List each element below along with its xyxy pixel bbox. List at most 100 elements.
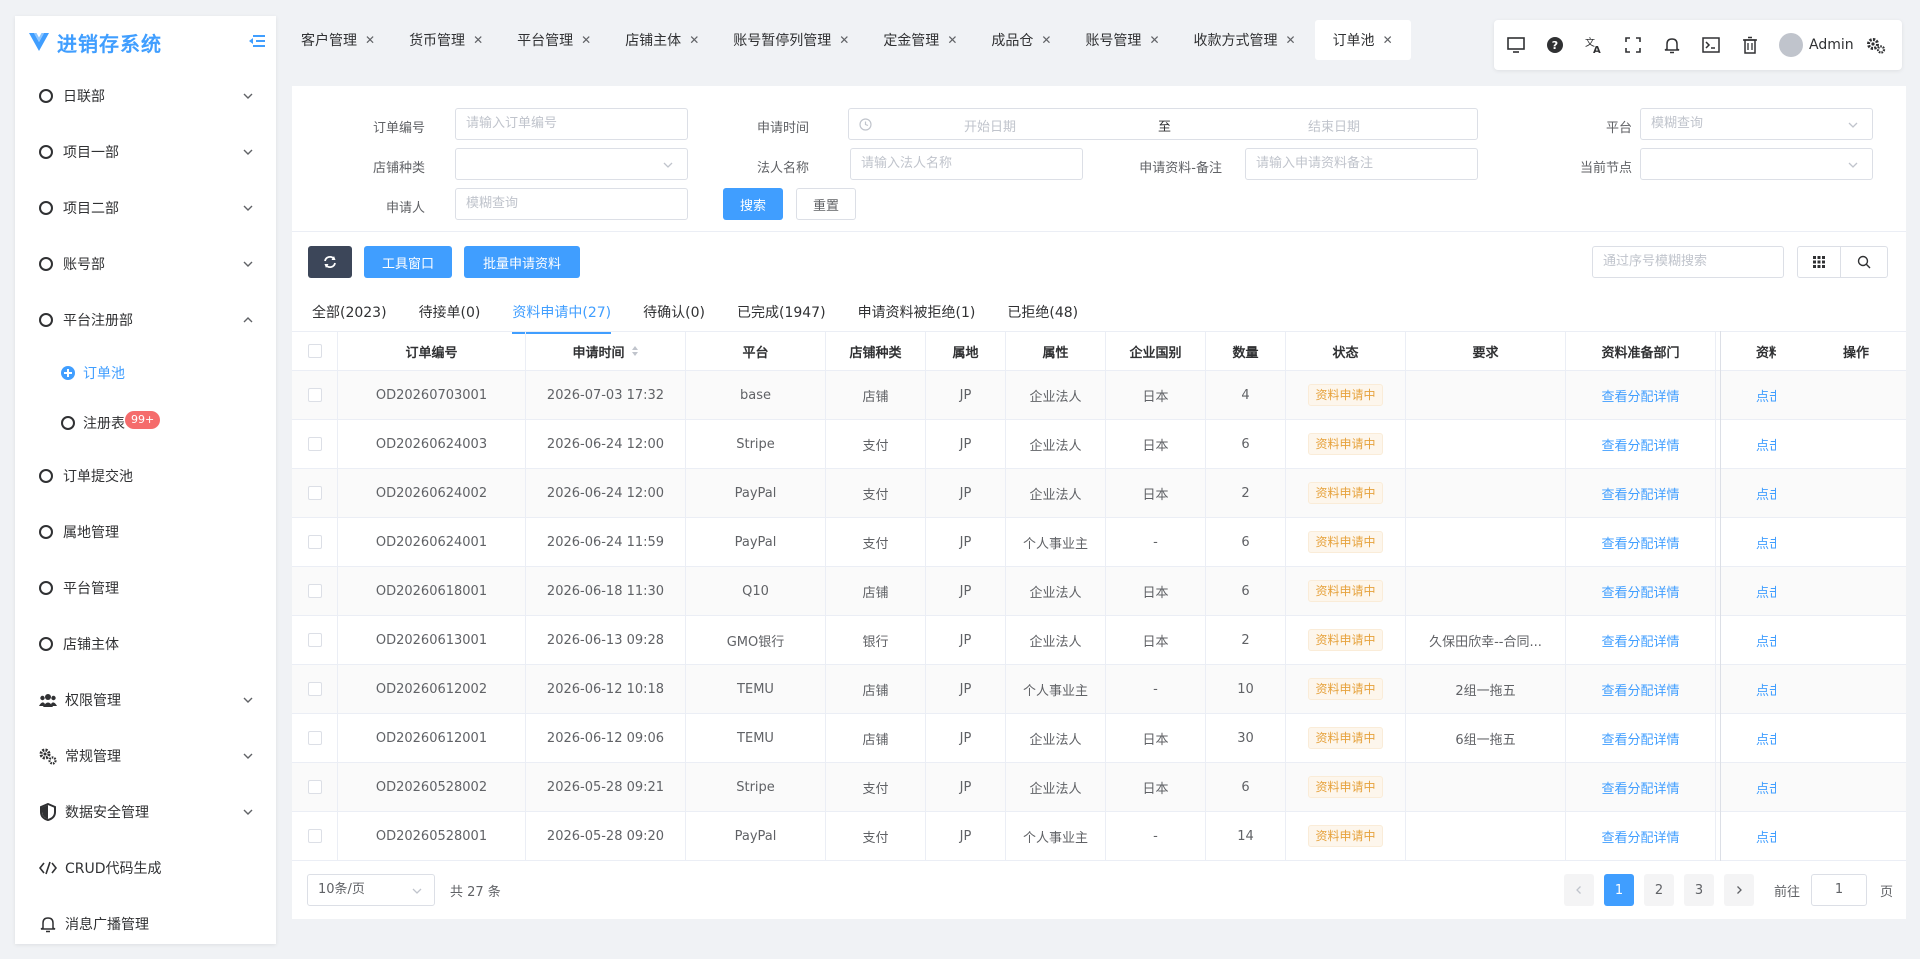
- view-assignment-link[interactable]: 查看分配详情: [1601, 484, 1679, 503]
- legal-name-input[interactable]: 请输入法人名称: [850, 148, 1083, 180]
- platform-select[interactable]: 模糊查询: [1640, 108, 1873, 140]
- end-date-input[interactable]: 结束日期: [1308, 116, 1360, 135]
- sidebar-subitem-register-table[interactable]: 注册表 99+: [15, 398, 276, 448]
- tab-status-applying[interactable]: 资料申请中(27): [512, 302, 611, 334]
- sidebar-item-project1[interactable]: 项目一部: [15, 124, 276, 180]
- close-icon[interactable]: ✕: [581, 33, 591, 47]
- bell-icon[interactable]: [1662, 35, 1682, 55]
- close-icon[interactable]: ✕: [1383, 33, 1393, 47]
- view-assignment-link[interactable]: 查看分配详情: [1601, 680, 1679, 699]
- sidebar-item-account[interactable]: 账号部: [15, 236, 276, 292]
- table-row[interactable]: OD20260528001 2026-05-28 09:20 PayPal 支付 JP 个…: [292, 812, 1906, 861]
- table-row[interactable]: OD20260624002 2026-06-24 12:00 PayPal 支付 JP 企…: [292, 469, 1906, 518]
- tab-platform[interactable]: 平台管理 ✕: [504, 20, 604, 60]
- row-checkbox[interactable]: [307, 633, 322, 647]
- tab-order-pool[interactable]: 订单池 ✕: [1314, 20, 1411, 60]
- table-row[interactable]: OD20260624003 2026-06-24 12:00 Stripe 支付 JP 企…: [292, 420, 1906, 469]
- close-icon[interactable]: ✕: [1286, 33, 1296, 47]
- sidebar-item-shop-entity[interactable]: 店铺主体: [15, 616, 276, 672]
- table-row[interactable]: OD20260624001 2026-06-24 11:59 PayPal 支付 JP 个…: [292, 518, 1906, 567]
- tab-status-all[interactable]: 全部(2023): [312, 302, 387, 334]
- tab-shop-entity[interactable]: 店铺主体 ✕: [612, 20, 712, 60]
- search-button[interactable]: 搜索: [723, 188, 783, 220]
- view-assignment-link[interactable]: 查看分配详情: [1601, 778, 1679, 797]
- page-button-3[interactable]: 3: [1684, 874, 1714, 906]
- start-date-input[interactable]: 开始日期: [964, 116, 1016, 135]
- table-row[interactable]: OD20260613001 2026-06-13 09:28 GMO银行 银行 JP 企业…: [292, 616, 1906, 665]
- tab-currency[interactable]: 货币管理 ✕: [396, 20, 496, 60]
- table-row[interactable]: OD20260612002 2026-06-12 10:18 TEMU 店铺 JP 个人事…: [292, 665, 1906, 714]
- close-icon[interactable]: ✕: [689, 33, 699, 47]
- view-assignment-link[interactable]: 查看分配详情: [1601, 729, 1679, 748]
- tab-status-rejected[interactable]: 已拒绝(48): [1007, 302, 1078, 334]
- column-toggle-button[interactable]: [1797, 246, 1841, 278]
- table-row[interactable]: OD20260528002 2026-05-28 09:21 Stripe 支付 JP 企…: [292, 763, 1906, 812]
- apply-time-range[interactable]: 开始日期 至 结束日期: [848, 108, 1478, 140]
- tab-warehouse[interactable]: 成品仓 ✕: [978, 20, 1064, 60]
- sidebar-item-general[interactable]: 常规管理: [15, 728, 276, 784]
- trash-icon[interactable]: [1740, 35, 1760, 55]
- row-checkbox[interactable]: [307, 731, 322, 745]
- row-checkbox[interactable]: [307, 584, 322, 598]
- page-button-1[interactable]: 1: [1604, 874, 1634, 906]
- sidebar-item-data-security[interactable]: 数据安全管理: [15, 784, 276, 840]
- reset-button[interactable]: 重置: [796, 188, 856, 220]
- tool-window-button[interactable]: 工具窗口: [364, 246, 452, 278]
- fullscreen-icon[interactable]: [1623, 35, 1643, 55]
- settings-icon[interactable]: [1866, 35, 1886, 55]
- serial-search-input[interactable]: 通过序号模糊搜索: [1592, 246, 1784, 278]
- close-icon[interactable]: ✕: [365, 33, 375, 47]
- row-checkbox[interactable]: [307, 829, 322, 843]
- prev-page-button[interactable]: [1564, 874, 1594, 906]
- node-select[interactable]: [1640, 148, 1873, 180]
- col-apply-time[interactable]: 申请时间: [526, 332, 686, 370]
- sidebar-item-project2[interactable]: 项目二部: [15, 180, 276, 236]
- tab-account[interactable]: 账号管理 ✕: [1072, 20, 1172, 60]
- select-all-checkbox[interactable]: [307, 344, 322, 358]
- monitor-icon[interactable]: [1506, 35, 1526, 55]
- close-icon[interactable]: ✕: [1149, 33, 1159, 47]
- view-assignment-link[interactable]: 查看分配详情: [1601, 435, 1679, 454]
- search-toggle-button[interactable]: [1840, 246, 1888, 278]
- tab-deposit[interactable]: 定金管理 ✕: [870, 20, 970, 60]
- next-page-button[interactable]: [1724, 874, 1754, 906]
- row-checkbox[interactable]: [307, 388, 322, 402]
- avatar[interactable]: [1779, 33, 1803, 57]
- tab-status-done[interactable]: 已完成(1947): [737, 302, 826, 334]
- view-assignment-link[interactable]: 查看分配详情: [1601, 533, 1679, 552]
- row-checkbox[interactable]: [307, 486, 322, 500]
- applicant-input[interactable]: 模糊查询: [455, 188, 688, 220]
- sidebar-item-permissions[interactable]: 权限管理: [15, 672, 276, 728]
- sidebar-item-platform-register[interactable]: 平台注册部: [15, 292, 276, 348]
- remark-input[interactable]: 请输入申请资料备注: [1245, 148, 1478, 180]
- table-row[interactable]: OD20260612001 2026-06-12 09:06 TEMU 店铺 JP 企业法…: [292, 714, 1906, 763]
- table-row[interactable]: OD20260618001 2026-06-18 11:30 Q10 店铺 JP 企业法人…: [292, 567, 1906, 616]
- translate-icon[interactable]: 文A: [1584, 35, 1604, 55]
- row-checkbox[interactable]: [307, 780, 322, 794]
- close-icon[interactable]: ✕: [473, 33, 483, 47]
- help-icon[interactable]: ?: [1545, 35, 1565, 55]
- row-checkbox[interactable]: [307, 682, 322, 696]
- sort-icon[interactable]: [631, 345, 639, 357]
- tab-account-suspend[interactable]: 账号暂停列管理 ✕: [720, 20, 862, 60]
- refresh-button[interactable]: [308, 246, 352, 278]
- user-name[interactable]: Admin: [1809, 37, 1854, 53]
- sidebar-item-territory[interactable]: 属地管理: [15, 504, 276, 560]
- order-no-input[interactable]: 请输入订单编号: [455, 108, 688, 140]
- tab-status-pending[interactable]: 待接单(0): [419, 302, 481, 334]
- sidebar-item-crud[interactable]: CRUD代码生成: [15, 840, 276, 896]
- sidebar-subitem-order-pool[interactable]: 订单池: [15, 348, 276, 398]
- page-button-2[interactable]: 2: [1644, 874, 1674, 906]
- view-assignment-link[interactable]: 查看分配详情: [1601, 631, 1679, 650]
- close-icon[interactable]: ✕: [947, 33, 957, 47]
- sidebar-item-rilian[interactable]: 日联部: [15, 68, 276, 124]
- shop-type-select[interactable]: [455, 148, 688, 180]
- close-icon[interactable]: ✕: [839, 33, 849, 47]
- close-icon[interactable]: ✕: [1041, 33, 1051, 47]
- tab-status-confirm[interactable]: 待确认(0): [643, 302, 705, 334]
- view-assignment-link[interactable]: 查看分配详情: [1601, 827, 1679, 846]
- row-checkbox[interactable]: [307, 437, 322, 451]
- terminal-icon[interactable]: [1701, 35, 1721, 55]
- table-row[interactable]: OD20260703001 2026-07-03 17:32 base 店铺 JP 企业法…: [292, 371, 1906, 420]
- view-assignment-link[interactable]: 查看分配详情: [1601, 386, 1679, 405]
